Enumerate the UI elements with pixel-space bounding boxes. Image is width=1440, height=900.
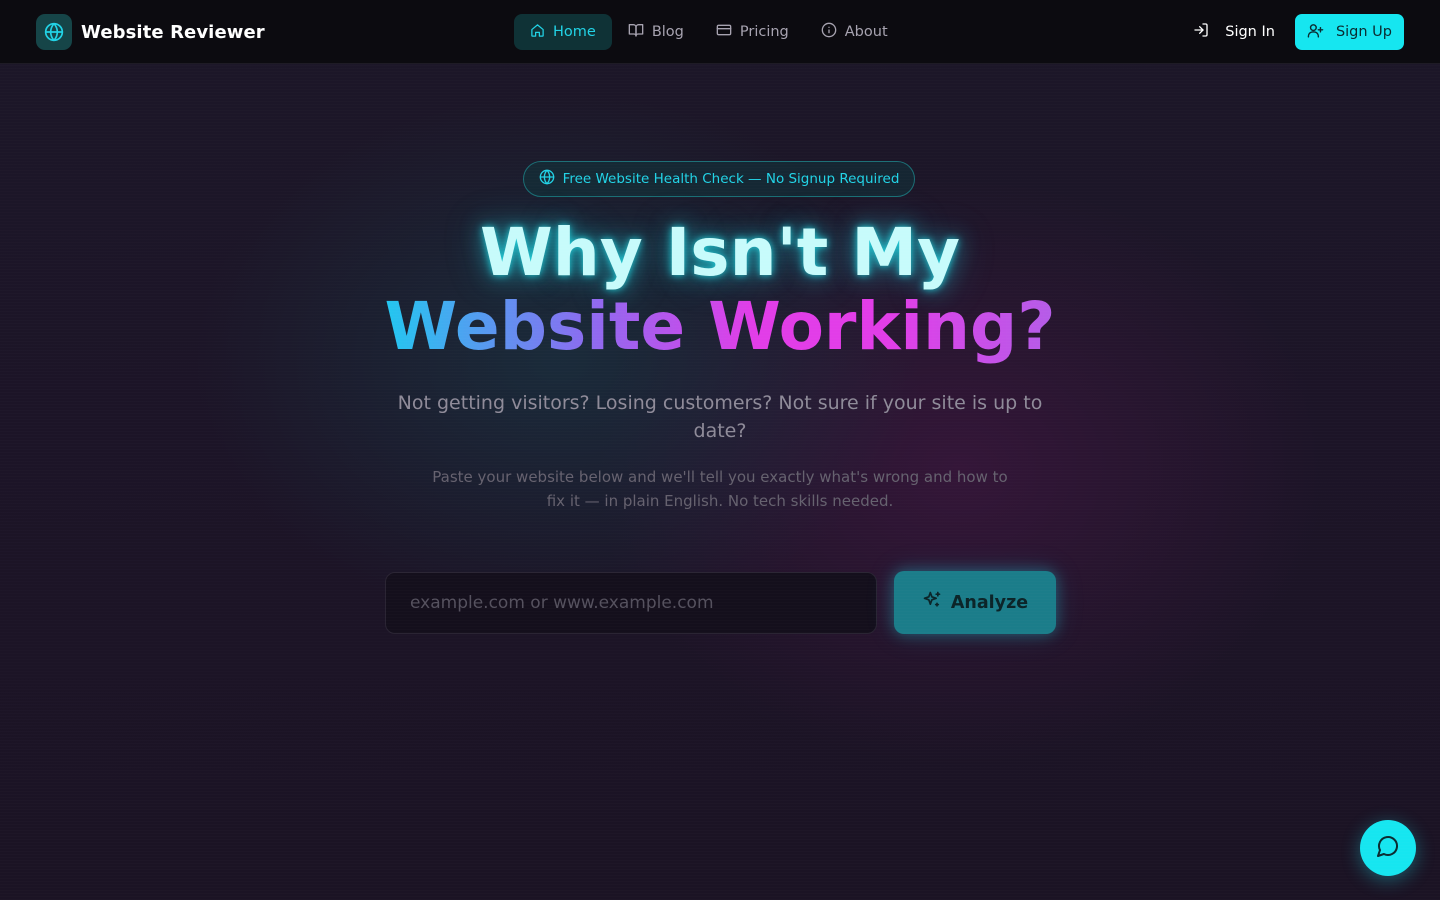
nav-item-home[interactable]: Home <box>514 14 612 50</box>
sign-in-button[interactable]: Sign In <box>1193 22 1275 42</box>
badge-text: Free Website Health Check — No Signup Re… <box>562 171 900 187</box>
book-icon <box>628 22 644 42</box>
nav-item-label: About <box>844 24 888 40</box>
brand[interactable]: Website Reviewer <box>36 14 265 50</box>
credit-card-icon <box>716 22 732 42</box>
chat-button[interactable] <box>1360 820 1416 876</box>
hero-subtitle: Not getting visitors? Losing customers? … <box>397 392 1043 442</box>
analyze-label: Analyze <box>950 592 1029 613</box>
home-icon <box>530 23 545 42</box>
nav-item-about[interactable]: About <box>805 14 904 50</box>
globe-icon <box>539 169 555 189</box>
analyze-button[interactable]: Analyze <box>894 571 1056 634</box>
chat-bubble-icon <box>1376 834 1400 862</box>
user-plus-icon <box>1307 22 1324 43</box>
nav-item-label: Home <box>553 24 596 40</box>
page: Website Reviewer Home Blog Pricing About… <box>0 0 1440 900</box>
brand-name: Website Reviewer <box>81 21 265 43</box>
main-nav: Home Blog Pricing About <box>514 14 904 50</box>
sparkles-icon <box>922 590 942 615</box>
nav-item-label: Pricing <box>739 24 789 40</box>
globe-icon <box>36 14 72 50</box>
headline-line-1: Why Isn't My <box>479 214 961 291</box>
sign-up-label: Sign Up <box>1335 24 1392 40</box>
nav-item-blog[interactable]: Blog <box>612 14 700 50</box>
sign-up-button[interactable]: Sign Up <box>1294 14 1404 50</box>
login-icon <box>1193 22 1209 42</box>
info-icon <box>821 22 837 42</box>
headline-line-2: Website Working? <box>384 288 1056 365</box>
nav-item-pricing[interactable]: Pricing <box>700 14 805 50</box>
url-input[interactable] <box>385 572 877 634</box>
nav-item-label: Blog <box>651 24 684 40</box>
navbar: Website Reviewer Home Blog Pricing About… <box>0 0 1440 64</box>
promo-badge: Free Website Health Check — No Signup Re… <box>523 161 915 197</box>
auth-actions: Sign In Sign Up <box>1193 14 1404 50</box>
sign-in-label: Sign In <box>1225 24 1275 40</box>
hero-description: Paste your website below and we'll tell … <box>432 468 1008 510</box>
hero-headline: Why Isn't My Website Working? <box>0 216 1440 364</box>
